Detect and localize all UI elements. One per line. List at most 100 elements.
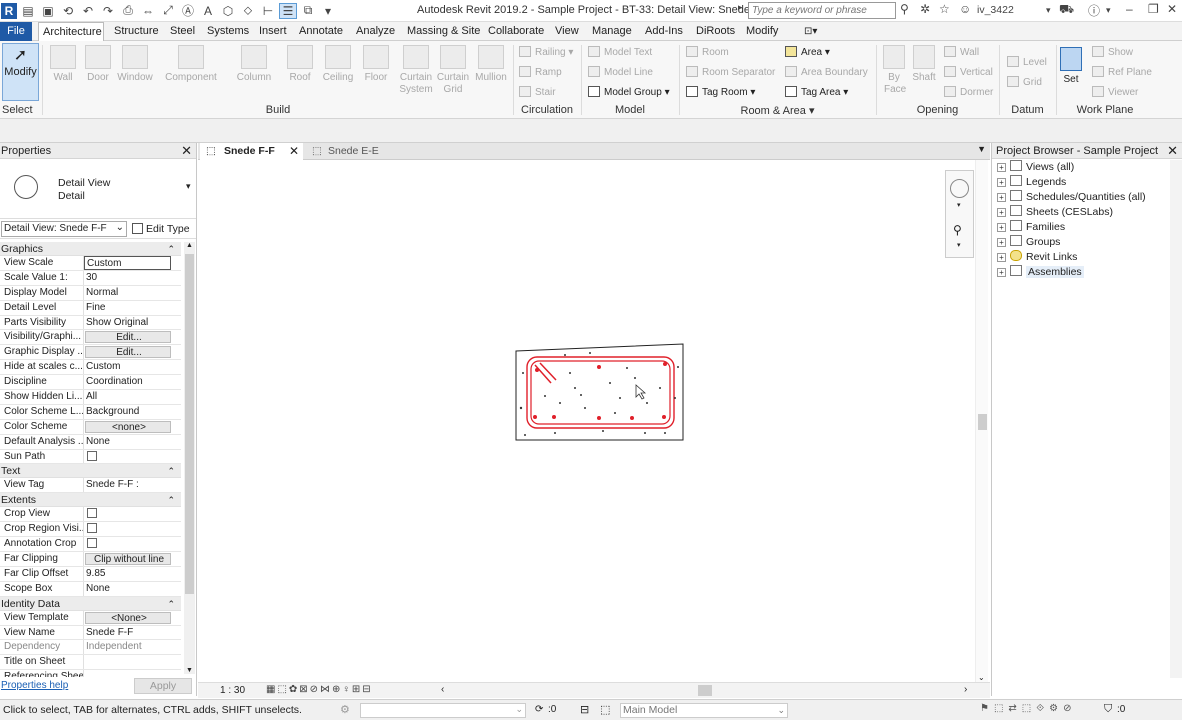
apply-button[interactable]: Apply (134, 678, 192, 694)
ramp-button[interactable]: Ramp (519, 66, 562, 80)
set-work-plane-button[interactable]: Set (1058, 47, 1084, 86)
show-work-plane-button[interactable]: Show (1092, 46, 1133, 60)
browser-node-legends[interactable]: + Legends (997, 175, 1066, 190)
undo-icon[interactable]: ↶ (79, 3, 97, 19)
tab-architecture[interactable]: Architecture (38, 22, 104, 42)
thin-lines-icon[interactable]: ⊢ (259, 3, 277, 19)
model-text-button[interactable]: Model Text (588, 46, 652, 60)
component-button[interactable]: Component (163, 45, 219, 84)
property-value[interactable]: Background (84, 405, 181, 419)
tabs-dropdown-icon[interactable]: ▼ (977, 144, 986, 154)
instance-selector[interactable]: Detail View: Snede F-F ⌄ (1, 221, 127, 237)
type-selector[interactable]: Detail View Detail ▾ (0, 159, 196, 219)
property-value[interactable]: Show Original (84, 316, 181, 330)
zoom-icon[interactable]: ⚲ (953, 223, 962, 237)
browser-node-families[interactable]: + Families (997, 220, 1065, 235)
print-icon[interactable]: ⎙ (119, 3, 137, 19)
property-edit-button[interactable]: <none> (85, 420, 171, 433)
section-icon[interactable]: ⬦ (239, 3, 257, 19)
filter-icon[interactable]: ⛉ (1104, 703, 1112, 716)
tab-insert[interactable]: Insert (255, 22, 291, 41)
property-value[interactable]: All (84, 390, 181, 404)
area-boundary-button[interactable]: Area Boundary (785, 66, 868, 80)
property-checkbox[interactable] (87, 450, 97, 461)
tab-modify[interactable]: Modify (742, 22, 782, 41)
tab-annotate[interactable]: Annotate (295, 22, 347, 41)
steering-wheel-icon[interactable] (950, 179, 969, 198)
property-checkbox[interactable] (87, 523, 97, 534)
sync-icon[interactable]: ⟲ (59, 3, 77, 19)
tab-collaborate[interactable]: Collaborate (484, 22, 548, 41)
user-name[interactable]: iv_3422 (977, 4, 1014, 16)
property-edit-button[interactable]: <None> (85, 611, 171, 624)
stair-button[interactable]: Stair (519, 86, 556, 100)
browser-node-schedules[interactable]: + Schedules/Quantities (all) (997, 190, 1146, 205)
property-edit-button[interactable]: Edit... (85, 346, 171, 359)
tab-systems[interactable]: Systems (203, 22, 253, 41)
minimize-icon[interactable]: – (1126, 2, 1133, 16)
tag-room-button[interactable]: Tag Room ▾ (686, 86, 755, 100)
close-tab-icon[interactable]: ✕ (289, 143, 299, 160)
tab-file[interactable]: File (0, 22, 32, 41)
tab-diroots[interactable]: DiRoots (692, 22, 739, 41)
dormer-button[interactable]: Dormer (944, 86, 993, 100)
by-face-button[interactable]: By Face (880, 45, 908, 96)
main-model-icon[interactable]: ⬚ (600, 703, 610, 716)
property-value[interactable]: Normal (84, 286, 181, 300)
horizontal-scrollbar-thumb[interactable] (698, 685, 712, 696)
wall-button[interactable]: Wall (48, 45, 78, 84)
wheel-dropdown-icon[interactable]: ▾ (957, 201, 961, 209)
zoom-dropdown-icon[interactable]: ▾ (957, 241, 961, 249)
scroll-left-icon[interactable]: ‹ (441, 684, 444, 695)
level-button[interactable]: Level (1007, 56, 1047, 70)
floor-button[interactable]: Floor (361, 45, 391, 84)
property-value[interactable]: Snede F-F : (84, 478, 181, 492)
editing-requests-icon[interactable]: ⟳ (535, 704, 543, 715)
property-value[interactable]: None (84, 582, 181, 596)
workset-dropdown[interactable]: ⌄ (360, 703, 526, 718)
tab-view-snede-e-e[interactable]: ⬚ Snede E-E (304, 143, 384, 160)
vertical-opening-button[interactable]: Vertical (944, 66, 993, 80)
redo-icon[interactable]: ↷ (99, 3, 117, 19)
room-separator-button[interactable]: Room Separator (686, 66, 775, 80)
scroll-down-icon[interactable]: ⌄ (978, 673, 985, 682)
mullion-button[interactable]: Mullion (472, 45, 510, 84)
model-group-button[interactable]: Model Group ▾ (588, 86, 670, 100)
room-area-panel-label[interactable]: Room & Area ▾ (680, 104, 875, 117)
text-icon[interactable]: A (199, 3, 217, 19)
close-hidden-icon[interactable]: ☰ (279, 2, 297, 19)
edit-type-button[interactable]: Edit Type (132, 220, 192, 238)
tab-analyze[interactable]: Analyze (352, 22, 399, 41)
model-line-button[interactable]: Model Line (588, 66, 653, 80)
roof-button[interactable]: Roof (286, 45, 314, 84)
binoculars-icon[interactable]: ⚲ (900, 2, 909, 16)
section-drawing[interactable] (515, 343, 685, 443)
tab-add-ins[interactable]: Add-Ins (641, 22, 687, 41)
scroll-down-icon[interactable]: ▼ (186, 667, 193, 674)
ribbon-display-toggle-icon[interactable]: ⊡▾ (800, 22, 821, 41)
drawing-canvas[interactable]: ▾ ⚲ ▾ ⌄ (198, 160, 990, 684)
door-button[interactable]: Door (84, 45, 112, 84)
close-properties-icon[interactable]: ✕ (181, 143, 192, 159)
room-button[interactable]: Room (686, 46, 729, 60)
column-button[interactable]: Column (232, 45, 276, 84)
property-group-header[interactable]: Text ⌃ (0, 464, 181, 479)
worksets-icon[interactable]: ⚙ (340, 703, 350, 716)
browser-node-groups[interactable]: + Groups (997, 235, 1060, 250)
switch-windows-icon[interactable]: ⧉ (299, 3, 317, 19)
curtain-grid-button[interactable]: Curtain Grid (436, 45, 470, 96)
modify-button[interactable]: ➚ Modify (2, 43, 39, 101)
property-group-header[interactable]: Identity Data ⌃ (0, 596, 181, 611)
grid-button[interactable]: Grid (1007, 76, 1042, 90)
tab-view[interactable]: View (551, 22, 583, 41)
shaft-button[interactable]: Shaft (910, 45, 938, 84)
property-value[interactable]: Fine (84, 301, 181, 315)
tab-steel[interactable]: Steel (166, 22, 199, 41)
expand-arrow-icon[interactable]: ▸ (738, 2, 743, 13)
property-value[interactable]: None (84, 435, 181, 449)
property-edit-button[interactable]: Edit... (85, 331, 171, 344)
design-option-dropdown[interactable]: Main Model ⌄ (620, 703, 788, 718)
property-value[interactable]: Custom (84, 360, 181, 374)
customize-dropdown-icon[interactable]: ▾ (319, 3, 337, 19)
revit-logo-icon[interactable]: R (1, 2, 17, 19)
